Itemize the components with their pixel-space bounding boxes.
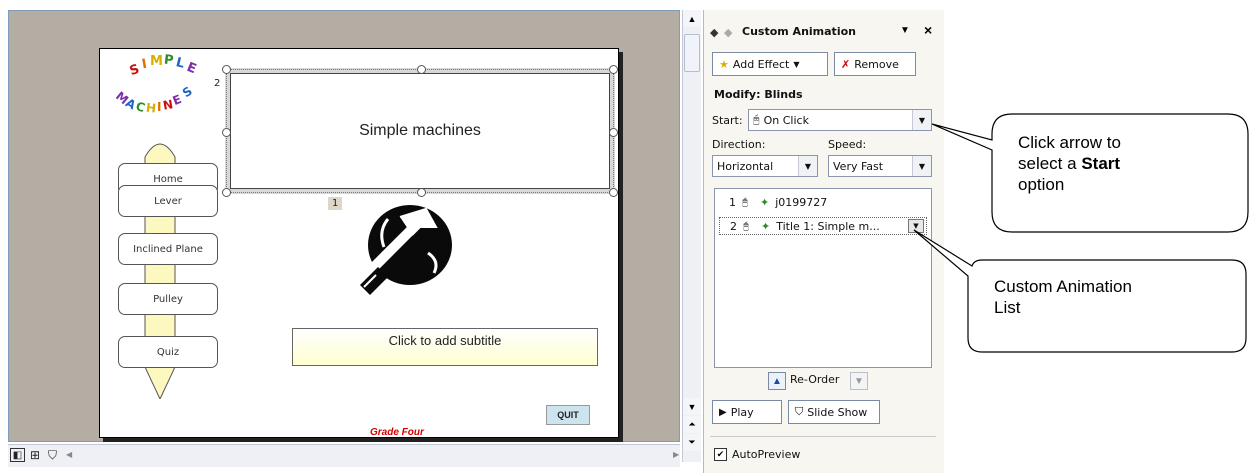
callout-line-part: select a bbox=[1018, 154, 1082, 173]
callout-line: Custom Animation bbox=[994, 277, 1132, 296]
list-callout-text: Custom Animation List bbox=[994, 276, 1214, 318]
callout-shapes bbox=[913, 113, 1249, 353]
callout-bold-word: Start bbox=[1081, 154, 1121, 173]
callout-line: option bbox=[1018, 175, 1065, 194]
callout-line: select a Start bbox=[1018, 153, 1218, 174]
callout-line: Click arrow to bbox=[1018, 133, 1121, 152]
callout-line: List bbox=[994, 298, 1021, 317]
start-callout-text: Click arrow to select a Start option bbox=[1018, 132, 1218, 195]
